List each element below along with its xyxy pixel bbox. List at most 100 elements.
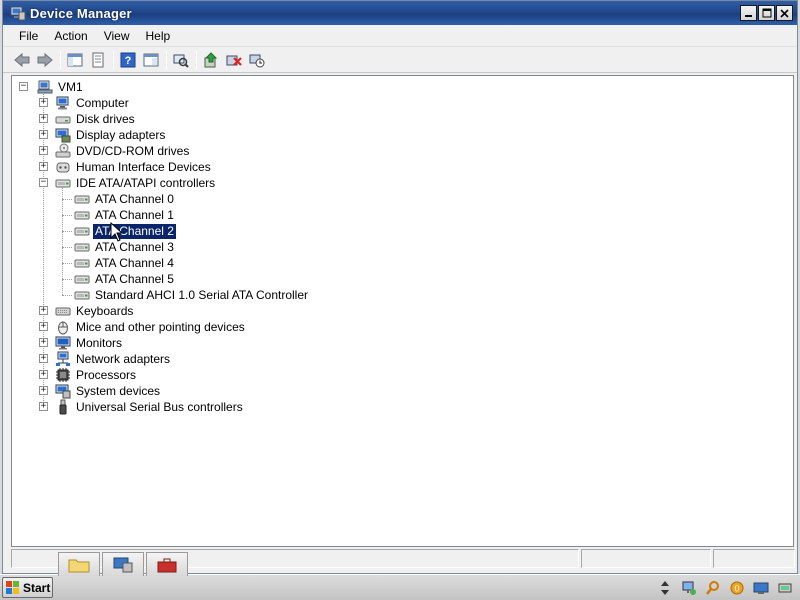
window-title: Device Manager bbox=[30, 5, 132, 21]
disable-button[interactable] bbox=[246, 49, 268, 71]
menu-help[interactable]: Help bbox=[138, 27, 179, 45]
display-icon bbox=[753, 582, 769, 594]
device-row[interactable]: ATA Channel 5 bbox=[74, 271, 176, 287]
start-button[interactable]: Start bbox=[2, 577, 53, 598]
menu-view[interactable]: View bbox=[96, 27, 138, 45]
ide-controller-icon bbox=[55, 175, 71, 191]
device-category-label: DVD/CD-ROM drives bbox=[76, 143, 190, 158]
device-category-row[interactable]: Mice and other pointing devices bbox=[55, 319, 247, 335]
expand-toggle[interactable]: + bbox=[39, 306, 48, 315]
scroll-arrows-icon bbox=[661, 581, 669, 595]
device-category-row[interactable]: Keyboards bbox=[55, 303, 135, 319]
minimize-icon bbox=[745, 14, 752, 17]
device-category-label: Computer bbox=[76, 95, 129, 110]
menu-action[interactable]: Action bbox=[46, 27, 95, 45]
device-category-row[interactable]: Processors bbox=[55, 367, 138, 383]
device-label: ATA Channel 3 bbox=[95, 239, 174, 254]
tree-connector bbox=[62, 199, 72, 200]
task-button-explorer[interactable] bbox=[58, 552, 100, 576]
tray-search[interactable] bbox=[704, 579, 722, 597]
show-hide-console-tree-button[interactable] bbox=[64, 49, 86, 71]
collapse-toggle-root[interactable]: − bbox=[19, 82, 28, 91]
device-row[interactable]: ATA Channel 1 bbox=[74, 207, 176, 223]
device-category-row[interactable]: IDE ATA/ATAPI controllers bbox=[55, 175, 217, 191]
tree-connector bbox=[62, 247, 72, 248]
update-driver-icon bbox=[204, 51, 218, 67]
device-tree-pane[interactable]: − VM1 + Computer + Disk drives + Display adapte… bbox=[11, 75, 794, 547]
menu-file[interactable]: File bbox=[11, 27, 46, 45]
tray-display[interactable] bbox=[752, 579, 770, 597]
scan-hardware-button[interactable] bbox=[170, 49, 192, 71]
title-bar[interactable]: Device Manager bbox=[3, 1, 797, 25]
close-icon bbox=[780, 8, 789, 18]
expand-toggle[interactable]: + bbox=[39, 98, 48, 107]
properties-button[interactable] bbox=[87, 49, 109, 71]
expand-toggle[interactable]: + bbox=[39, 322, 48, 331]
expand-toggle[interactable]: + bbox=[39, 338, 48, 347]
device-category-row[interactable]: Universal Serial Bus controllers bbox=[55, 399, 245, 415]
device-row[interactable]: ATA Channel 0 bbox=[74, 191, 176, 207]
update-driver-button[interactable] bbox=[200, 49, 222, 71]
uninstall-button[interactable] bbox=[223, 49, 245, 71]
device-row[interactable]: Standard AHCI 1.0 Serial ATA Controller bbox=[74, 287, 310, 303]
console-icon bbox=[143, 53, 159, 66]
hid-icon bbox=[55, 159, 71, 175]
close-button[interactable] bbox=[776, 5, 793, 21]
tree-root[interactable]: VM1 bbox=[37, 79, 85, 95]
device-category-row[interactable]: Network adapters bbox=[55, 351, 172, 367]
tray-volume[interactable]: 0 bbox=[728, 579, 746, 597]
tray-scroll[interactable] bbox=[656, 579, 674, 597]
device-label: ATA Channel 1 bbox=[95, 207, 174, 222]
back-button[interactable] bbox=[11, 49, 33, 71]
forward-button[interactable] bbox=[34, 49, 56, 71]
volume-icon: 0 bbox=[730, 581, 744, 595]
expand-toggle[interactable]: + bbox=[39, 354, 48, 363]
expand-toggle[interactable]: + bbox=[39, 370, 48, 379]
device-category-label: System devices bbox=[76, 383, 161, 398]
help-button[interactable]: ? bbox=[117, 49, 139, 71]
disk-drive-icon bbox=[55, 111, 71, 127]
device-category-row[interactable]: Disk drives bbox=[55, 111, 137, 127]
tree-connector bbox=[62, 263, 72, 264]
device-label: ATA Channel 0 bbox=[95, 191, 174, 206]
expand-toggle[interactable]: + bbox=[39, 114, 48, 123]
task-button-toolbox[interactable] bbox=[146, 552, 188, 576]
device-category-label: Monitors bbox=[76, 335, 123, 350]
device-category-row[interactable]: Human Interface Devices bbox=[55, 159, 213, 175]
task-button-server-manager[interactable] bbox=[102, 552, 144, 576]
expand-toggle[interactable]: + bbox=[39, 146, 48, 155]
device-label: ATA Channel 5 bbox=[95, 271, 174, 286]
device-manager-window: Device Manager File Action View Help ? −… bbox=[2, 0, 798, 574]
start-label: Start bbox=[23, 580, 51, 595]
device-row[interactable]: ATA Channel 2 bbox=[74, 222, 177, 240]
minimize-button[interactable] bbox=[740, 5, 757, 21]
device-category-label: Network adapters bbox=[76, 351, 171, 366]
menu-bar: File Action View Help bbox=[3, 25, 797, 47]
device-category-row[interactable]: System devices bbox=[55, 383, 162, 399]
tree-connector bbox=[62, 279, 72, 280]
properties-icon bbox=[92, 52, 104, 67]
expand-toggle[interactable]: + bbox=[39, 130, 48, 139]
device-label: Standard AHCI 1.0 Serial ATA Controller bbox=[95, 287, 308, 302]
expand-toggle[interactable]: + bbox=[39, 162, 48, 171]
device-row[interactable]: ATA Channel 3 bbox=[74, 239, 176, 255]
device-category-row[interactable]: Display adapters bbox=[55, 127, 167, 143]
maximize-button[interactable] bbox=[758, 5, 775, 21]
processor-icon bbox=[55, 367, 71, 383]
tray-network[interactable] bbox=[680, 579, 698, 597]
device-category-label: Processors bbox=[76, 367, 137, 382]
expand-toggle[interactable]: + bbox=[39, 402, 48, 411]
device-category-row[interactable]: Monitors bbox=[55, 335, 124, 351]
tray-power[interactable] bbox=[776, 579, 794, 597]
toolbar: ? bbox=[3, 47, 797, 73]
device-category-row[interactable]: Computer bbox=[55, 95, 131, 111]
device-manager-app-icon bbox=[10, 6, 26, 21]
device-row[interactable]: ATA Channel 4 bbox=[74, 255, 176, 271]
console-button[interactable] bbox=[140, 49, 162, 71]
expand-toggle[interactable]: − bbox=[39, 178, 48, 187]
uninstall-icon bbox=[226, 55, 242, 66]
tree-connector bbox=[62, 215, 72, 216]
status-cell-3 bbox=[713, 549, 795, 568]
device-category-row[interactable]: DVD/CD-ROM drives bbox=[55, 143, 191, 159]
expand-toggle[interactable]: + bbox=[39, 386, 48, 395]
